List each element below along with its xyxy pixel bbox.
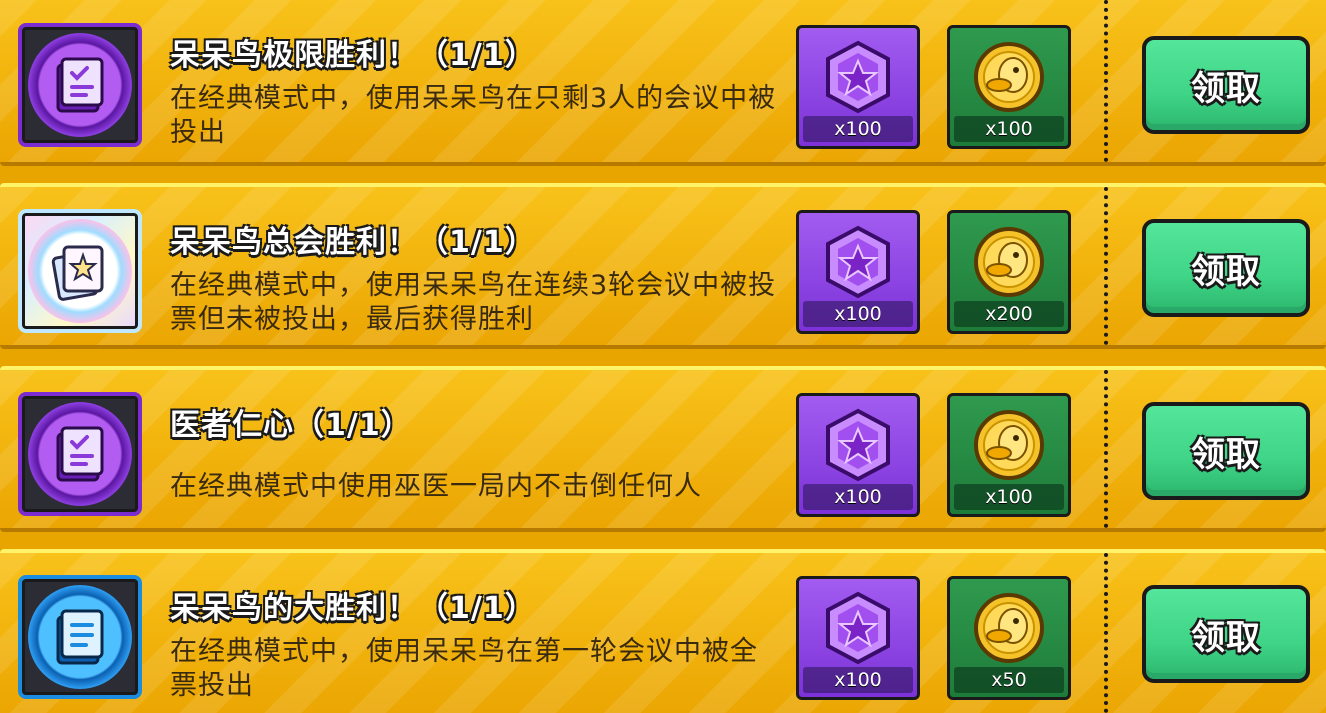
- duck-coin-icon: [950, 217, 1068, 307]
- star-card-icon: [28, 219, 132, 323]
- achievement-description: 在经典模式中，使用呆呆鸟在只剩3人的会议中被投出: [170, 83, 777, 148]
- duck-coin-icon: [950, 583, 1068, 673]
- claim-button[interactable]: 领取: [1142, 219, 1310, 317]
- achievement-icon-frame: [18, 209, 142, 333]
- purple-gem-icon: [799, 583, 917, 673]
- claim-button[interactable]: 领取: [1142, 36, 1310, 134]
- reward-slot-coin[interactable]: x200: [947, 210, 1071, 334]
- reward-slot-gem[interactable]: x100: [796, 393, 920, 517]
- duck-coin-icon: [950, 32, 1068, 122]
- purple-gem-icon: [799, 400, 917, 490]
- achievement-title: 医者仁心（1/1）: [170, 408, 412, 443]
- duck-coin-icon: [950, 400, 1068, 490]
- purple-gem-icon: [799, 217, 917, 307]
- task-document-icon: [28, 402, 132, 506]
- reward-quantity: x100: [803, 667, 913, 693]
- claim-button-label: 领取: [1191, 617, 1261, 658]
- achievement-title: 呆呆鸟总会胜利！（1/1）: [170, 225, 536, 260]
- reward-slot-gem[interactable]: x100: [796, 210, 920, 334]
- dotted-divider: [1104, 187, 1108, 345]
- claim-button[interactable]: 领取: [1142, 402, 1310, 500]
- reward-quantity: x100: [954, 484, 1064, 510]
- achievement-row: 呆呆鸟总会胜利！（1/1） 在经典模式中，使用呆呆鸟在连续3轮会议中被投票但未被…: [0, 183, 1326, 349]
- reward-quantity: x100: [803, 116, 913, 142]
- reward-quantity: x100: [803, 484, 913, 510]
- claim-button-label: 领取: [1191, 68, 1261, 109]
- reward-quantity: x100: [803, 301, 913, 327]
- reward-slot-coin[interactable]: x100: [947, 393, 1071, 517]
- reward-slot-gem[interactable]: x100: [796, 576, 920, 700]
- task-document-icon: [28, 33, 132, 137]
- reward-slot-gem[interactable]: x100: [796, 25, 920, 149]
- achievement-title: 呆呆鸟的大胜利！（1/1）: [170, 591, 536, 626]
- purple-gem-icon: [799, 32, 917, 122]
- achievement-row: 呆呆鸟极限胜利！（1/1） 在经典模式中，使用呆呆鸟在只剩3人的会议中被投出 x…: [0, 0, 1326, 166]
- achievement-row: 呆呆鸟的大胜利！（1/1） 在经典模式中，使用呆呆鸟在第一轮会议中被全票投出 x…: [0, 549, 1326, 713]
- achievement-title: 呆呆鸟极限胜利！（1/1）: [170, 38, 536, 73]
- achievement-row: 医者仁心（1/1） 在经典模式中使用巫医一局内不击倒任何人 x100 x100 …: [0, 366, 1326, 532]
- reward-slot-coin[interactable]: x100: [947, 25, 1071, 149]
- achievement-icon-frame: [18, 23, 142, 147]
- reward-quantity: x200: [954, 301, 1064, 327]
- achievement-icon-frame: [18, 392, 142, 516]
- reward-quantity: x100: [954, 116, 1064, 142]
- achievement-description: 在经典模式中使用巫医一局内不击倒任何人: [170, 471, 702, 502]
- dotted-divider: [1104, 370, 1108, 528]
- claim-button[interactable]: 领取: [1142, 585, 1310, 683]
- reward-slot-coin[interactable]: x50: [947, 576, 1071, 700]
- dotted-divider: [1104, 0, 1108, 162]
- dotted-divider: [1104, 553, 1108, 713]
- claim-button-label: 领取: [1191, 251, 1261, 292]
- list-document-icon: [28, 585, 132, 689]
- achievement-description: 在经典模式中，使用呆呆鸟在连续3轮会议中被投票但未被投出，最后获得胜利: [170, 270, 777, 335]
- achievement-list: 呆呆鸟极限胜利！（1/1） 在经典模式中，使用呆呆鸟在只剩3人的会议中被投出 x…: [0, 0, 1326, 713]
- reward-quantity: x50: [954, 667, 1064, 693]
- achievement-description: 在经典模式中，使用呆呆鸟在第一轮会议中被全票投出: [170, 636, 758, 701]
- claim-button-label: 领取: [1191, 434, 1261, 475]
- achievement-icon-frame: [18, 575, 142, 699]
